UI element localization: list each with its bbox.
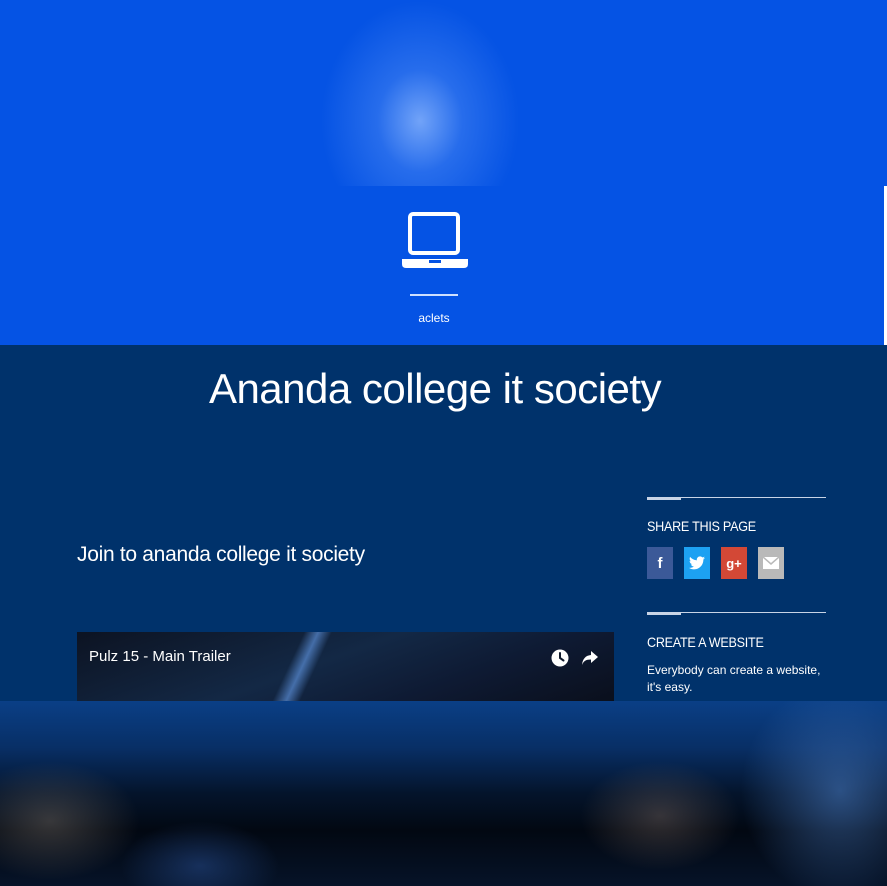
twitter-icon: [689, 556, 705, 570]
footer-blur: [740, 701, 887, 886]
share-arrow-icon[interactable]: [581, 650, 599, 666]
create-website-text: Everybody can create a website, it's eas…: [647, 663, 821, 694]
facebook-share-button[interactable]: f: [647, 547, 673, 579]
share-heading: SHARE THIS PAGE: [647, 518, 756, 534]
sidebar-divider-accent: [647, 497, 681, 500]
laptop-icon[interactable]: [400, 210, 470, 272]
footer-background: [0, 701, 887, 886]
create-website-heading[interactable]: CREATE A WEBSITE: [647, 634, 764, 650]
clock-icon[interactable]: [551, 649, 569, 667]
footer-blur: [120, 821, 280, 886]
footer-blur: [580, 761, 740, 871]
footer-blur: [0, 761, 140, 881]
site-label[interactable]: aclets: [384, 311, 484, 325]
video-player[interactable]: Pulz 15 - Main Trailer: [77, 632, 614, 702]
page-title: Ananda college it society: [208, 365, 662, 412]
sidebar-divider-accent: [647, 612, 681, 615]
twitter-share-button[interactable]: [684, 547, 710, 579]
intro-text: Join to ananda college it society: [77, 543, 365, 566]
video-title[interactable]: Pulz 15 - Main Trailer: [89, 648, 231, 665]
header-glow: [320, 0, 520, 186]
facebook-icon: f: [657, 554, 663, 572]
logo-underline: [410, 294, 458, 296]
email-icon: [763, 557, 779, 569]
video-thumbnail-streak: [272, 632, 332, 702]
google-plus-share-button[interactable]: g+: [721, 547, 747, 579]
email-share-button[interactable]: [758, 547, 784, 579]
google-plus-icon: g+: [726, 555, 742, 571]
